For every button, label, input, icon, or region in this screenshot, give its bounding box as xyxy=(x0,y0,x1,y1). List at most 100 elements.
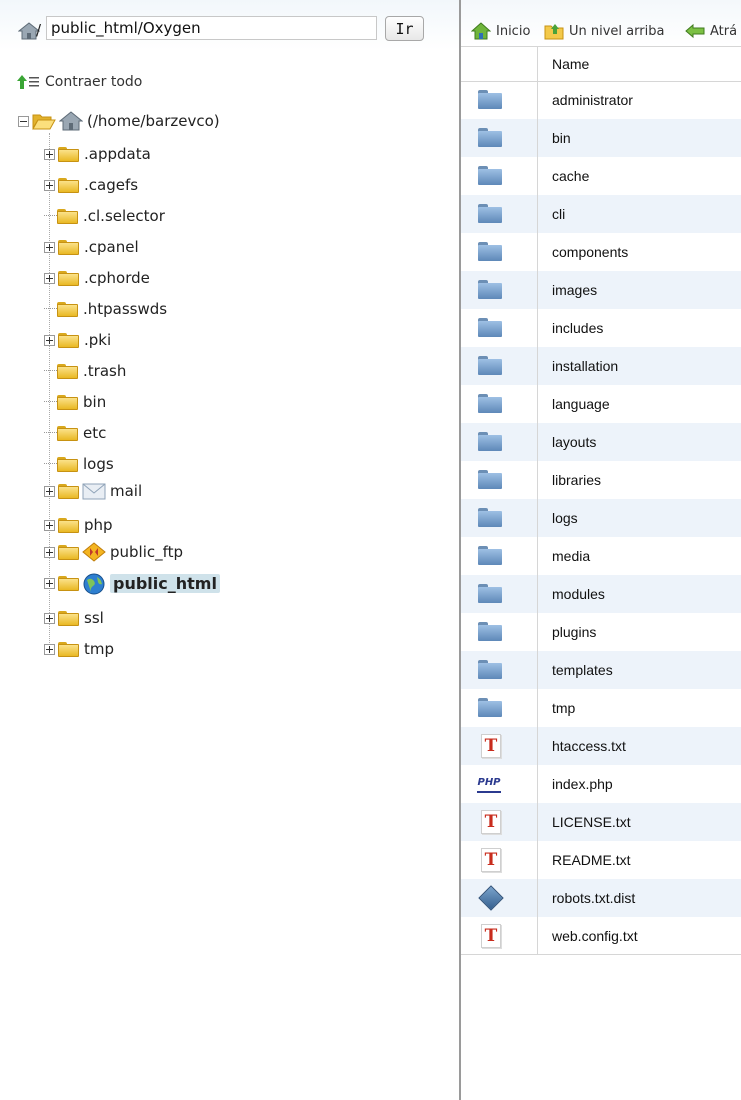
tree-item[interactable]: php xyxy=(44,514,113,536)
go-button[interactable]: Ir xyxy=(385,16,424,41)
file-row[interactable]: plugins xyxy=(461,613,741,651)
back-button[interactable]: Atrá xyxy=(685,22,737,40)
file-icon-cell[interactable]: T xyxy=(461,841,538,879)
collapse-all-link[interactable]: Contraer todo xyxy=(17,74,142,90)
file-name[interactable]: index.php xyxy=(552,776,613,792)
name-column-header[interactable]: Name xyxy=(552,56,589,72)
file-icon-cell[interactable] xyxy=(461,499,538,537)
file-row[interactable]: Tweb.config.txt xyxy=(461,917,741,955)
file-row[interactable]: includes xyxy=(461,309,741,347)
file-icon-cell[interactable] xyxy=(461,537,538,575)
file-icon-cell[interactable] xyxy=(461,385,538,423)
file-row[interactable]: T LICENSE.txt xyxy=(461,803,741,841)
expand-toggle-icon[interactable] xyxy=(44,272,55,284)
file-row[interactable]: Thtaccess.txt xyxy=(461,727,741,765)
file-name[interactable]: language xyxy=(552,396,610,412)
file-name[interactable]: components xyxy=(552,244,628,260)
file-icon-cell[interactable]: T xyxy=(461,727,538,765)
file-name[interactable]: includes xyxy=(552,320,603,336)
file-name[interactable]: README.txt xyxy=(552,852,631,868)
file-name[interactable]: cache xyxy=(552,168,589,184)
tree-item[interactable]: bin xyxy=(44,391,106,413)
expand-toggle-icon[interactable] xyxy=(44,334,55,346)
file-icon-cell[interactable] xyxy=(461,613,538,651)
home-toolbar-button[interactable]: Inicio xyxy=(470,22,530,40)
tree-root-node[interactable]: (/home/barzevco) xyxy=(18,110,220,132)
file-name[interactable]: cli xyxy=(552,206,565,222)
file-row[interactable]: cli xyxy=(461,195,741,233)
file-name[interactable]: layouts xyxy=(552,434,596,450)
tree-item[interactable]: tmp xyxy=(44,638,114,660)
tree-item[interactable]: .cagefs xyxy=(44,174,138,196)
tree-item[interactable]: .cphorde xyxy=(44,267,150,289)
file-row[interactable]: media xyxy=(461,537,741,575)
file-row[interactable]: templates xyxy=(461,651,741,689)
file-icon-cell[interactable] xyxy=(461,309,538,347)
file-icon-cell[interactable] xyxy=(461,347,538,385)
file-icon-cell[interactable]: T xyxy=(461,803,538,841)
tree-item[interactable]: public_ftp xyxy=(44,541,183,563)
tree-item[interactable]: .appdata xyxy=(44,143,151,165)
file-row[interactable]: images xyxy=(461,271,741,309)
file-row[interactable]: logs xyxy=(461,499,741,537)
file-row[interactable]: administrator xyxy=(461,81,741,119)
collapse-toggle-icon[interactable] xyxy=(18,115,29,127)
file-icon-cell[interactable] xyxy=(461,195,538,233)
up-one-level-button[interactable]: Un nivel arriba xyxy=(544,22,664,40)
file-name[interactable]: LICENSE.txt xyxy=(552,814,631,830)
file-icon-cell[interactable] xyxy=(461,271,538,309)
file-icon-cell[interactable] xyxy=(461,575,538,613)
file-name[interactable]: logs xyxy=(552,510,578,526)
expand-toggle-icon[interactable] xyxy=(44,612,55,624)
file-icon-cell[interactable] xyxy=(461,233,538,271)
file-row[interactable]: installation xyxy=(461,347,741,385)
tree-item[interactable]: etc xyxy=(44,422,106,444)
tree-item[interactable]: logs xyxy=(44,453,114,475)
file-row[interactable]: T README.txt xyxy=(461,841,741,879)
file-row[interactable]: modules xyxy=(461,575,741,613)
file-name[interactable]: robots.txt.dist xyxy=(552,890,635,906)
path-input[interactable] xyxy=(46,16,377,40)
expand-toggle-icon[interactable] xyxy=(44,577,55,589)
file-row[interactable]: language xyxy=(461,385,741,423)
expand-toggle-icon[interactable] xyxy=(44,179,55,191)
file-name[interactable]: modules xyxy=(552,586,605,602)
expand-toggle-icon[interactable] xyxy=(44,643,55,655)
expand-toggle-icon[interactable] xyxy=(44,519,55,531)
tree-item[interactable]: mail xyxy=(44,480,142,502)
file-name[interactable]: tmp xyxy=(552,700,575,716)
tree-item[interactable]: .cl.selector xyxy=(44,205,165,227)
file-name[interactable]: media xyxy=(552,548,590,564)
file-name[interactable]: libraries xyxy=(552,472,601,488)
file-row[interactable]: bin xyxy=(461,119,741,157)
file-row[interactable]: PHP index.php xyxy=(461,765,741,803)
tree-item[interactable]: ssl xyxy=(44,607,104,629)
tree-item[interactable]: .htpasswds xyxy=(44,298,167,320)
file-row[interactable]: tmp xyxy=(461,689,741,727)
tree-item[interactable]: .cpanel xyxy=(44,236,139,258)
file-icon-cell[interactable]: PHP xyxy=(461,765,538,803)
file-row[interactable]: layouts xyxy=(461,423,741,461)
file-icon-cell[interactable] xyxy=(461,689,538,727)
tree-item[interactable]: .pki xyxy=(44,329,111,351)
file-name[interactable]: bin xyxy=(552,130,571,146)
file-name[interactable]: htaccess.txt xyxy=(552,738,626,754)
expand-toggle-icon[interactable] xyxy=(44,485,55,497)
file-icon-cell[interactable] xyxy=(461,651,538,689)
tree-item[interactable]: public_html xyxy=(44,572,220,595)
file-icon-cell[interactable] xyxy=(461,879,538,917)
file-name[interactable]: administrator xyxy=(552,92,633,108)
file-name[interactable]: plugins xyxy=(552,624,596,640)
file-row[interactable]: libraries xyxy=(461,461,741,499)
expand-toggle-icon[interactable] xyxy=(44,148,55,160)
file-row[interactable]: robots.txt.dist xyxy=(461,879,741,917)
file-icon-cell[interactable] xyxy=(461,81,538,119)
file-name[interactable]: images xyxy=(552,282,597,298)
file-name[interactable]: templates xyxy=(552,662,613,678)
expand-toggle-icon[interactable] xyxy=(44,241,55,253)
expand-toggle-icon[interactable] xyxy=(44,546,55,558)
file-row[interactable]: components xyxy=(461,233,741,271)
file-name[interactable]: installation xyxy=(552,358,618,374)
file-icon-cell[interactable] xyxy=(461,119,538,157)
file-row[interactable]: cache xyxy=(461,157,741,195)
